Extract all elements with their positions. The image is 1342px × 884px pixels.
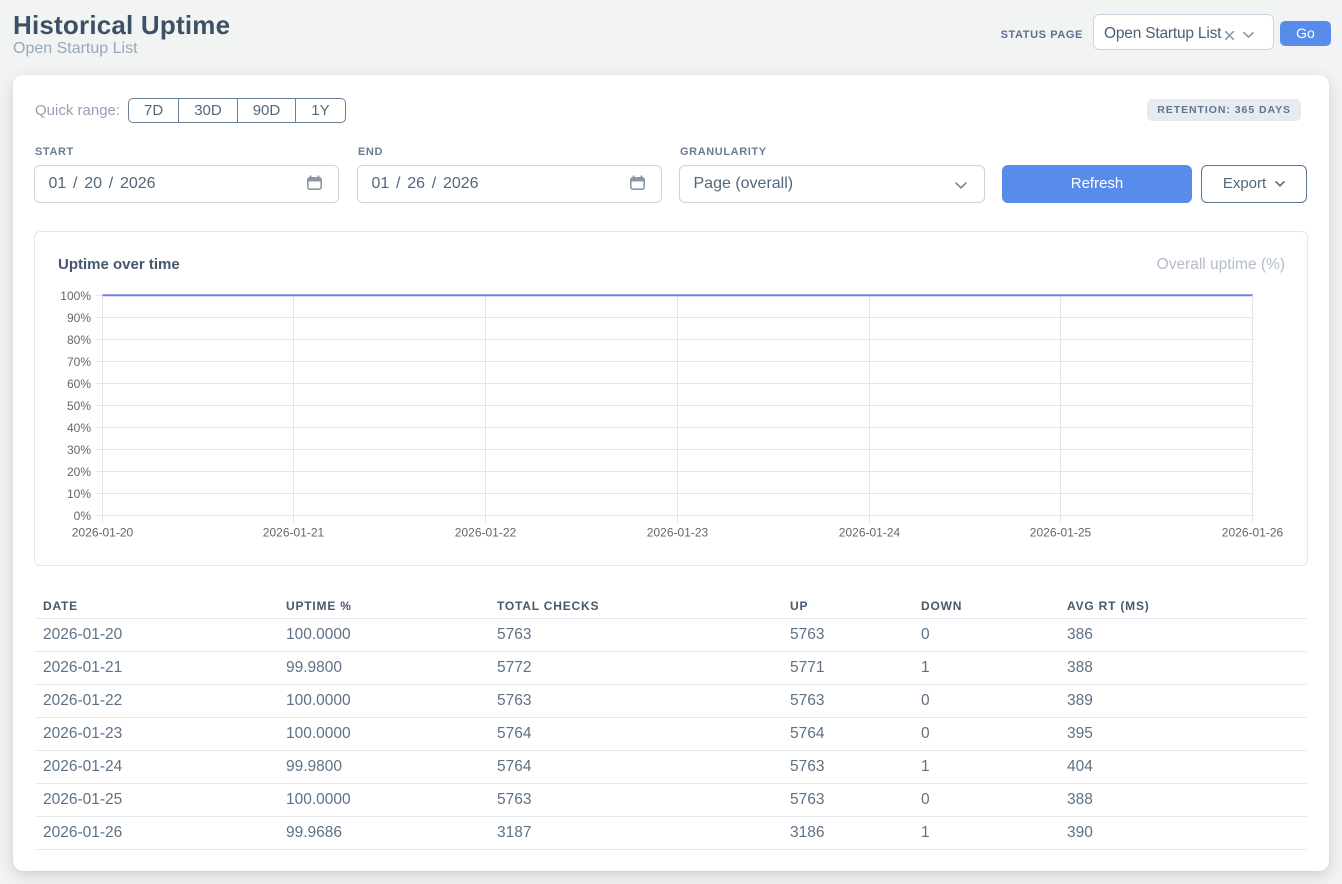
svg-text:50%: 50% (67, 399, 91, 413)
svg-text:2026-01-21: 2026-01-21 (263, 526, 325, 540)
svg-text:2026-01-25: 2026-01-25 (1030, 526, 1092, 540)
svg-text:60%: 60% (67, 377, 91, 391)
svg-text:0%: 0% (74, 509, 92, 523)
svg-text:2026-01-22: 2026-01-22 (455, 526, 517, 540)
svg-text:100%: 100% (60, 289, 91, 303)
svg-text:90%: 90% (67, 311, 91, 325)
svg-text:80%: 80% (67, 333, 91, 347)
svg-text:10%: 10% (67, 487, 91, 501)
svg-text:2026-01-26: 2026-01-26 (1222, 526, 1284, 540)
svg-text:40%: 40% (67, 421, 91, 435)
svg-text:70%: 70% (67, 355, 91, 369)
svg-text:30%: 30% (67, 443, 91, 457)
svg-text:2026-01-23: 2026-01-23 (647, 526, 709, 540)
svg-text:20%: 20% (67, 465, 91, 479)
svg-text:2026-01-20: 2026-01-20 (72, 526, 134, 540)
svg-text:2026-01-24: 2026-01-24 (839, 526, 901, 540)
